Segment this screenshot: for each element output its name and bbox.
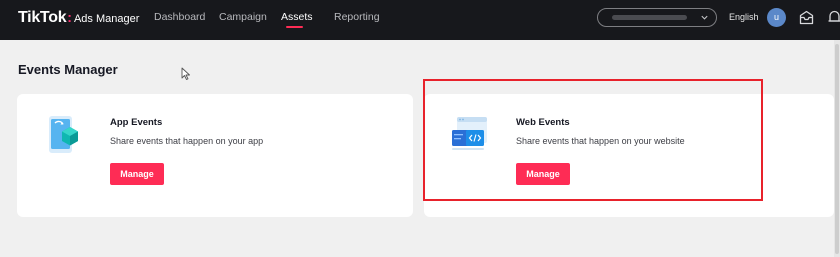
inbox-icon[interactable]: [798, 9, 815, 26]
brand-product: Ads Manager: [73, 13, 140, 25]
nav-reporting[interactable]: Reporting: [334, 11, 380, 23]
brand-separator: :: [67, 9, 72, 25]
chevron-down-icon: [701, 15, 708, 20]
active-nav-indicator: [286, 26, 303, 28]
tiktok-ads-manager-logo[interactable]: TikTok : Ads Manager: [18, 9, 139, 27]
account-name-redacted: [612, 15, 687, 20]
top-navigation-bar: TikTok : Ads Manager Dashboard Campaign …: [0, 0, 840, 40]
nav-assets[interactable]: Assets: [281, 11, 313, 23]
account-selector[interactable]: [597, 8, 717, 27]
page-title: Events Manager: [18, 62, 118, 77]
app-events-title: App Events: [110, 117, 163, 128]
nav-dashboard[interactable]: Dashboard: [154, 11, 205, 23]
mouse-cursor-icon: [181, 67, 190, 80]
app-events-icon: [49, 116, 78, 153]
language-selector[interactable]: English: [729, 12, 759, 22]
brand-name: TikTok: [18, 9, 67, 26]
page-scrollbar[interactable]: [834, 40, 840, 257]
user-avatar[interactable]: u: [767, 8, 786, 27]
bell-icon[interactable]: [827, 9, 840, 26]
web-events-highlight-box: [423, 79, 763, 201]
scrollbar-thumb[interactable]: [835, 44, 839, 254]
app-events-manage-button[interactable]: Manage: [110, 163, 164, 185]
nav-campaign[interactable]: Campaign: [219, 11, 267, 23]
app-events-description: Share events that happen on your app: [110, 136, 264, 146]
